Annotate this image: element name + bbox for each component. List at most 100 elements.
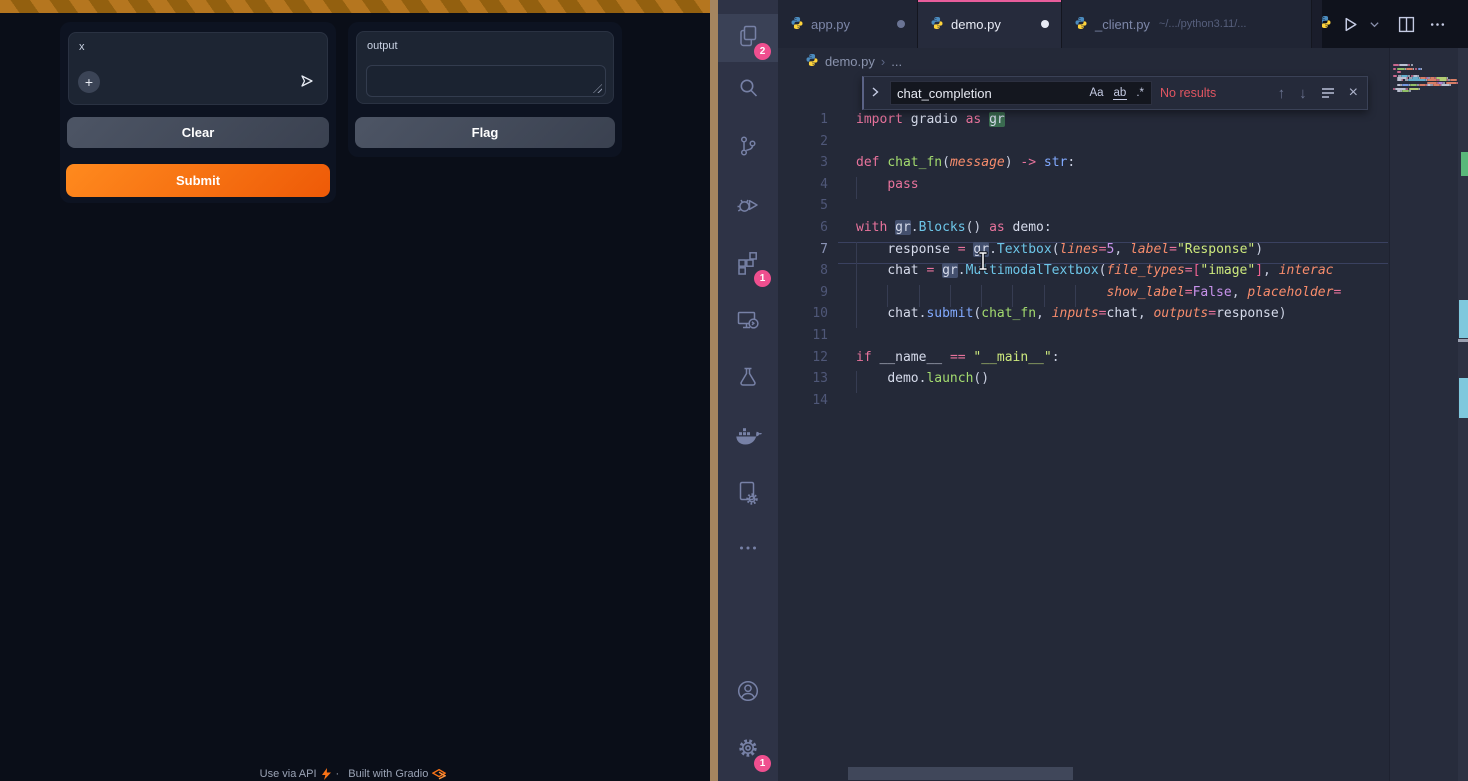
code-line-8[interactable]: 8 chat = gr.MultimodalTextbox(file_types… [778,263,1388,285]
window-divider[interactable] [710,0,718,781]
token: = [1208,306,1216,321]
gradio-logo-icon [432,768,446,780]
code-line-11[interactable]: 11 [778,328,1388,350]
code-line-2[interactable]: 2 [778,134,1388,156]
built-with-gradio-link[interactable]: Built with Gradio [348,768,428,780]
editor-actions [1322,0,1468,48]
regex-button[interactable]: .* [1135,87,1145,99]
attach-file-button[interactable]: + [78,71,100,93]
tab-list: app.pydemo.py_client.py~/.../python3.11/… [778,0,1312,48]
minimap[interactable] [1389,48,1458,781]
split-editor-button[interactable] [1398,16,1415,33]
match-case-button[interactable]: Aa [1088,87,1104,99]
token: . [958,263,966,278]
breadcrumb-chevron: › [881,54,885,69]
code-line-5[interactable]: 5 [778,198,1388,220]
minimap-line [1402,79,1403,81]
code-line-9[interactable]: 9 show_label=False, placeholder= [778,285,1388,307]
token: gr [989,112,1005,127]
find-input[interactable]: chat_completion Aa ab .* [890,81,1152,105]
find-query-text[interactable]: chat_completion [897,86,1080,101]
token: = [1099,306,1107,321]
code-line-3[interactable]: 3def chat_fn(message) -> str: [778,155,1388,177]
find-in-selection-button[interactable] [1318,85,1338,102]
activity-tools-file[interactable] [718,471,778,519]
find-previous-button[interactable]: ↑ [1275,85,1289,102]
line-number: 1 [786,112,828,127]
tab-_client-py[interactable]: _client.py~/.../python3.11/... [1062,0,1312,48]
modified-dot-icon[interactable] [897,20,905,28]
activity-docker[interactable] [718,414,778,462]
breadcrumb-file[interactable]: demo.py [825,54,875,69]
token: , [1263,263,1279,278]
code-line-7[interactable]: 7 response = gr.Textbox(lines=5, label="… [778,242,1388,264]
code-line-4[interactable]: 4 pass [778,177,1388,199]
ruler-cursor-marker [1458,339,1468,342]
line-number: 4 [786,177,828,192]
more-actions-button[interactable] [1429,16,1446,33]
code-line-12[interactable]: 12if __name__ == "__main__": [778,350,1388,372]
toggle-replace-button[interactable] [868,86,882,101]
gradio-footer: Use via API· Built with Gradio [0,768,710,780]
token [981,112,989,127]
activity-run-debug[interactable] [718,183,778,231]
tab-app-py[interactable]: app.py [778,0,918,48]
find-widget: chat_completion Aa ab .* No results ↑ ↓ … [862,76,1368,110]
ruler-selection-marker [1459,300,1468,338]
horizontal-scrollbar[interactable] [848,767,1073,780]
find-close-button[interactable]: × [1346,84,1361,102]
activity-account[interactable] [718,669,778,717]
minimap-line [1419,84,1425,86]
use-via-api-link[interactable]: Use via API [260,768,317,780]
token: label [1130,242,1169,257]
minimap-line [1406,68,1413,70]
output-textbox-panel: output [356,31,614,104]
code-line-10[interactable]: 10 chat.submit(chat_fn, inputs=chat, out… [778,306,1388,328]
clear-button[interactable]: Clear [67,117,329,148]
code-line-13[interactable]: 13 demo.launch() [778,371,1388,393]
token: : [1052,350,1060,365]
tab-label: _client.py [1095,17,1150,32]
remote-explorer-icon [735,307,761,338]
activity-search[interactable] [718,66,778,114]
overview-ruler[interactable] [1458,48,1468,781]
find-next-button[interactable]: ↓ [1296,85,1310,102]
modified-dot-icon[interactable] [1041,20,1049,28]
flag-button[interactable]: Flag [355,117,615,148]
token: , [1036,306,1052,321]
code-line-6[interactable]: 6with gr.Blocks() as demo: [778,220,1388,242]
activity-settings-gear[interactable]: 1 [718,726,778,774]
line-content: def chat_fn(message) -> str: [856,155,1075,170]
activity-more-views[interactable] [718,526,778,574]
run-python-file-button[interactable] [1342,16,1359,33]
output-textarea[interactable] [366,65,606,97]
token: pass [887,177,918,192]
python-icon [1322,15,1332,34]
line-content: response = gr.Textbox(lines=5, label="Re… [856,242,1263,257]
breadcrumb[interactable]: demo.py › ... [778,48,1388,74]
activity-extensions[interactable]: 1 [718,241,778,289]
multimodal-textbox[interactable]: x + [68,32,328,105]
activity-source-control[interactable] [718,124,778,172]
token: demo [1005,220,1044,235]
token: lines [1060,242,1099,257]
activity-testing[interactable] [718,356,778,404]
token: , [1138,306,1154,321]
tab-demo-py[interactable]: demo.py [918,0,1062,48]
submit-button[interactable]: Submit [66,164,330,197]
send-button[interactable] [296,71,318,93]
activity-remote-explorer[interactable] [718,298,778,346]
token: . [911,220,919,235]
account-icon [735,678,761,709]
code-line-1[interactable]: 1import gradio as gr [778,112,1388,134]
activity-explorer[interactable]: 2 [718,14,778,62]
resize-grip-icon[interactable] [593,84,602,93]
whole-word-button[interactable]: ab [1113,87,1128,100]
code-line-14[interactable]: 14 [778,393,1388,415]
breadcrumb-more[interactable]: ... [891,54,902,69]
token: () [966,220,982,235]
token: -> [1020,155,1036,170]
token [856,285,1106,300]
chevron-right-icon [870,86,880,98]
run-dropdown-button[interactable] [1369,19,1380,30]
